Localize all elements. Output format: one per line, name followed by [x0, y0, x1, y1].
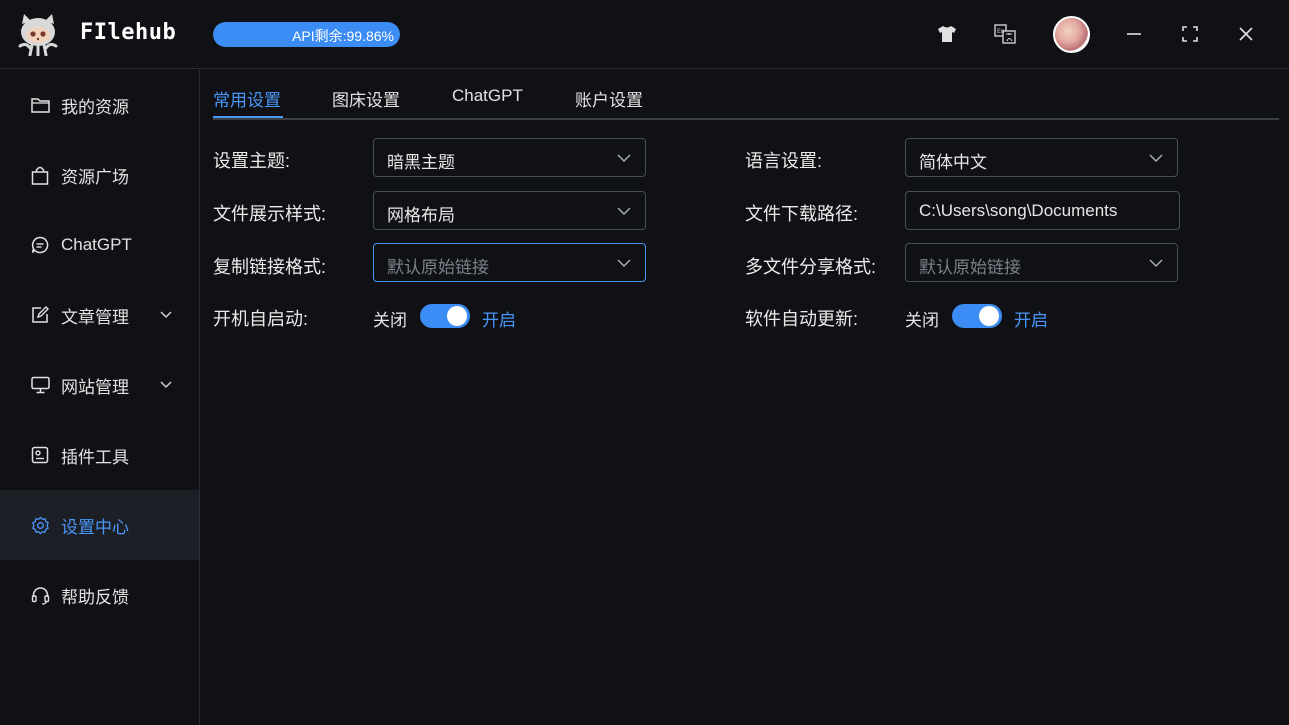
- sidebar-item-label: 设置中心: [61, 517, 129, 537]
- autoupdate-toggle[interactable]: [952, 304, 1002, 328]
- chevron-down-icon[interactable]: [158, 376, 174, 392]
- plugin-icon: [30, 445, 50, 465]
- sidebar-item-label: 我的资源: [61, 97, 129, 117]
- copy-link-format-placeholder: 默认原始链接: [387, 258, 489, 277]
- api-quota-label: API剩余:99.86%: [292, 28, 394, 44]
- chevron-down-icon: [1149, 154, 1163, 162]
- avatar[interactable]: [1053, 16, 1090, 53]
- maximize-icon[interactable]: [1178, 22, 1202, 46]
- autostart-label: 开机自启动:: [213, 309, 309, 329]
- sidebar-item-my-resources[interactable]: 我的资源: [0, 70, 199, 140]
- app-name: FIlehub: [80, 20, 177, 45]
- sidebar-item-label: 网站管理: [61, 377, 129, 397]
- folder-icon: [30, 95, 50, 115]
- sidebar-item-resource-plaza[interactable]: 资源广场: [0, 140, 199, 210]
- tab-general-settings[interactable]: 常用设置: [213, 86, 281, 111]
- download-path-label: 文件下载路径:: [745, 204, 859, 224]
- language-value: 简体中文: [919, 153, 987, 172]
- chevron-down-icon: [617, 154, 631, 162]
- language-select[interactable]: 简体中文: [905, 138, 1178, 177]
- gear-icon: [30, 515, 50, 535]
- shopping-bag-icon: [30, 165, 50, 185]
- tab-account-settings[interactable]: 账户设置: [575, 86, 643, 111]
- autostart-on-label[interactable]: 开启: [482, 306, 516, 331]
- translate-icon[interactable]: En: [993, 22, 1017, 46]
- edit-icon: [30, 305, 50, 325]
- sidebar-item-plugin-tools[interactable]: 插件工具: [0, 420, 199, 490]
- sidebar-item-chatgpt[interactable]: ChatGPT: [0, 210, 199, 280]
- sidebar-item-label: 资源广场: [61, 167, 129, 187]
- headset-icon: [30, 585, 50, 605]
- autoupdate-off-label[interactable]: 关闭: [905, 306, 939, 331]
- chat-icon: [30, 235, 50, 255]
- sidebar-item-label: 帮助反馈: [61, 587, 129, 607]
- tab-chatgpt[interactable]: ChatGPT: [452, 86, 523, 106]
- sidebar-item-label: ChatGPT: [61, 235, 132, 254]
- title-bar: FIlehub API剩余:99.86% En: [0, 0, 1289, 69]
- sidebar-item-website-management[interactable]: 网站管理: [0, 350, 199, 420]
- language-label: 语言设置:: [745, 151, 823, 171]
- theme-label: 设置主题:: [213, 151, 291, 171]
- copy-link-format-label: 复制链接格式:: [213, 257, 327, 277]
- file-display-label: 文件展示样式:: [213, 204, 327, 224]
- chevron-down-icon: [617, 259, 631, 267]
- multi-share-format-select[interactable]: 默认原始链接: [905, 243, 1178, 282]
- chevron-down-icon: [1149, 259, 1163, 267]
- file-display-value: 网格布局: [387, 206, 455, 225]
- toggle-knob: [979, 306, 999, 326]
- tab-image-hosting-settings[interactable]: 图床设置: [332, 86, 400, 111]
- copy-link-format-select[interactable]: 默认原始链接: [373, 243, 646, 282]
- file-display-select[interactable]: 网格布局: [373, 191, 646, 230]
- theme-select[interactable]: 暗黑主题: [373, 138, 646, 177]
- sidebar: 我的资源 资源广场 ChatGPT 文章管理 网站管理 插件工具 设置中心 帮助…: [0, 70, 200, 725]
- monitor-icon: [30, 375, 50, 395]
- minimize-icon[interactable]: [1122, 22, 1146, 46]
- svg-text:En: En: [997, 28, 1005, 35]
- multi-share-format-label: 多文件分享格式:: [745, 257, 877, 277]
- close-icon[interactable]: [1234, 22, 1258, 46]
- sidebar-item-article-management[interactable]: 文章管理: [0, 280, 199, 350]
- toggle-knob: [447, 306, 467, 326]
- tshirt-icon[interactable]: [935, 22, 959, 46]
- sidebar-item-settings-center[interactable]: 设置中心: [0, 490, 199, 560]
- download-path-input[interactable]: C:\Users\song\Documents: [905, 191, 1180, 230]
- active-tab-indicator: [213, 116, 283, 118]
- autostart-toggle[interactable]: [420, 304, 470, 328]
- chevron-down-icon[interactable]: [158, 306, 174, 322]
- settings-tabs: 常用设置 图床设置 ChatGPT 账户设置: [213, 70, 1279, 120]
- multi-share-format-placeholder: 默认原始链接: [919, 258, 1021, 277]
- sidebar-item-label: 文章管理: [61, 307, 129, 327]
- octocat-logo: [18, 14, 58, 56]
- autoupdate-on-label[interactable]: 开启: [1014, 306, 1048, 331]
- theme-value: 暗黑主题: [387, 153, 455, 172]
- autostart-off-label[interactable]: 关闭: [373, 306, 407, 331]
- api-quota-badge: API剩余:99.86%: [213, 22, 400, 47]
- sidebar-item-help-feedback[interactable]: 帮助反馈: [0, 560, 199, 630]
- sidebar-item-label: 插件工具: [61, 447, 129, 467]
- chevron-down-icon: [617, 207, 631, 215]
- autoupdate-label: 软件自动更新:: [745, 309, 859, 329]
- download-path-value: C:\Users\song\Documents: [919, 201, 1118, 220]
